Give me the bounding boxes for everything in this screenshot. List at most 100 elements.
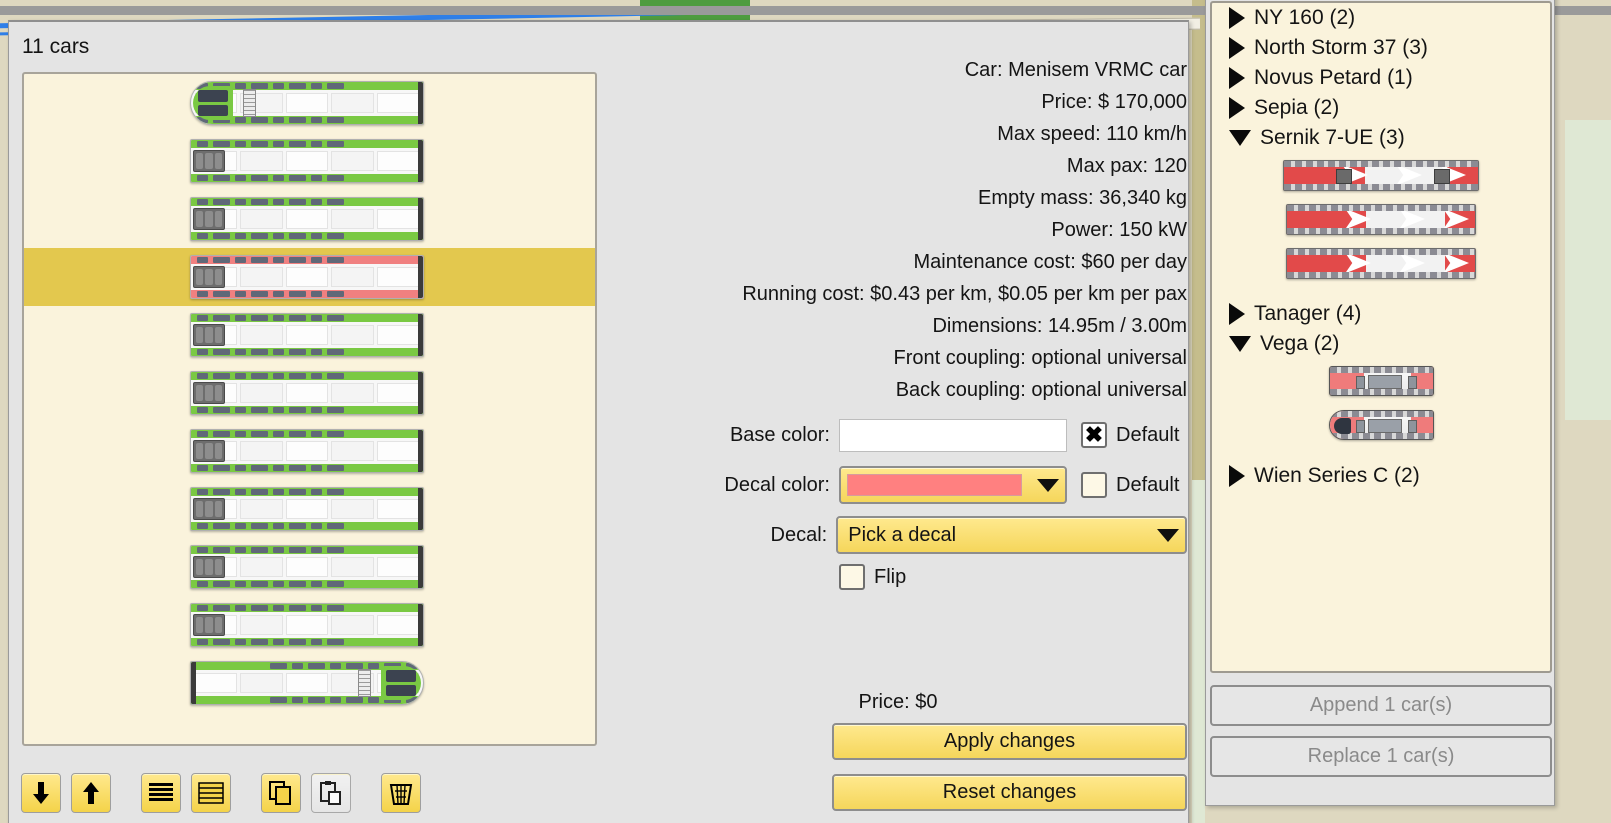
consist-row[interactable] <box>24 132 595 190</box>
chevron-down-icon <box>1157 529 1179 542</box>
decal-selected-value: Pick a decal <box>844 524 956 547</box>
consist-row[interactable] <box>24 480 595 538</box>
tree-spacer <box>1212 447 1550 461</box>
catalog-car-preview[interactable] <box>1286 204 1476 235</box>
catalog-group-sernik-7-ue-3[interactable]: Sernik 7-UE (3) <box>1212 123 1550 153</box>
car-door <box>1368 419 1402 433</box>
consist-row-selected[interactable] <box>24 248 595 306</box>
catalog-group-north-storm-37-3[interactable]: North Storm 37 (3) <box>1212 33 1550 63</box>
triangle-down-icon[interactable] <box>1229 130 1251 146</box>
triangle-down-icon[interactable] <box>1229 336 1251 352</box>
car-endcap <box>418 488 423 530</box>
car-sprite <box>190 313 424 357</box>
decal-color-default-checkbox[interactable] <box>1081 472 1107 498</box>
triangle-right-icon[interactable] <box>1229 465 1245 487</box>
catalog-group-ny-160-2[interactable]: NY 160 (2) <box>1212 3 1550 33</box>
car-window <box>1408 376 1417 389</box>
car-sprite <box>190 603 424 647</box>
consist-list-panel[interactable] <box>22 72 597 746</box>
catalog-group-sepia-2[interactable]: Sepia (2) <box>1212 93 1550 123</box>
car-window <box>1356 376 1365 389</box>
move-up-button[interactable] <box>71 773 111 813</box>
car-endcap <box>418 372 423 414</box>
consist-list <box>24 74 595 744</box>
car-window <box>1356 420 1365 433</box>
triangle-right-icon[interactable] <box>1229 67 1245 89</box>
consist-row[interactable] <box>24 190 595 248</box>
tree-spacer <box>1212 285 1550 299</box>
reset-changes-button[interactable]: Reset changes <box>832 774 1187 811</box>
replace-cars-button[interactable]: Replace 1 car(s) <box>1210 736 1552 777</box>
consist-row[interactable] <box>24 596 595 654</box>
car-window-row <box>191 638 423 646</box>
copy-icon <box>268 780 294 806</box>
decal-dropdown[interactable]: Pick a decal <box>836 516 1187 554</box>
car-body <box>190 197 424 241</box>
car-body <box>190 313 424 357</box>
catalog-preview-row[interactable] <box>1212 241 1550 285</box>
consist-row[interactable] <box>24 538 595 596</box>
consist-row[interactable] <box>24 422 595 480</box>
car-endcap <box>418 430 423 472</box>
flip-wrap: Flip <box>839 564 906 590</box>
car-window-panes <box>195 151 419 171</box>
list-expanded-icon <box>198 782 224 804</box>
catalog-group-label: Novus Petard (1) <box>1254 66 1413 90</box>
cab-ladder <box>243 89 256 117</box>
collapse-list-button[interactable] <box>141 773 181 813</box>
car-body <box>190 255 424 299</box>
cab-nose <box>381 666 421 700</box>
triangle-right-icon[interactable] <box>1229 37 1245 59</box>
catalog-preview-row[interactable] <box>1212 153 1550 197</box>
car-specifications: Car: Menisem VRMC carPrice: $ 170,000Max… <box>609 54 1187 406</box>
delete-button[interactable] <box>381 773 421 813</box>
catalog-group-wien-series-c-2[interactable]: Wien Series C (2) <box>1212 461 1550 491</box>
move-down-button[interactable] <box>21 773 61 813</box>
car-window-row <box>191 430 423 438</box>
catalog-group-label: Vega (2) <box>1260 332 1339 356</box>
list-compact-icon <box>148 782 174 804</box>
apply-changes-button[interactable]: Apply changes <box>832 723 1187 760</box>
catalog-car-preview[interactable] <box>1283 160 1479 191</box>
triangle-right-icon[interactable] <box>1229 7 1245 29</box>
consist-row[interactable] <box>24 364 595 422</box>
paste-icon <box>318 780 344 806</box>
car-door-block <box>193 150 225 172</box>
car-window-row <box>191 580 423 588</box>
catalog-group-vega-2[interactable]: Vega (2) <box>1212 329 1550 359</box>
catalog-group-novus-petard-1[interactable]: Novus Petard (1) <box>1212 63 1550 93</box>
car-window-row <box>191 232 423 240</box>
spec-row: Max pax: 120 <box>609 150 1187 182</box>
car-sprite <box>190 545 424 589</box>
decal-row: Decal: Pick a decal <box>609 514 1187 556</box>
car-window-panes <box>195 267 419 287</box>
decal-color-dropdown[interactable] <box>839 466 1067 504</box>
train-configurator-dialog: 11 cars Car: Menisem VRMC carPrice: $ 17… <box>8 20 1189 823</box>
expand-list-button[interactable] <box>191 773 231 813</box>
base-color-default-checkbox[interactable]: ✖ <box>1081 422 1107 448</box>
append-cars-button[interactable]: Append 1 car(s) <box>1210 685 1552 726</box>
catalog-preview-row[interactable] <box>1212 359 1550 403</box>
car-window-row <box>191 140 423 148</box>
car-endcap <box>418 314 423 356</box>
consist-row[interactable] <box>24 306 595 364</box>
copy-button[interactable] <box>261 773 301 813</box>
car-window-row <box>191 488 423 496</box>
car-sprite <box>190 139 424 183</box>
catalog-preview-row[interactable] <box>1212 403 1550 447</box>
car-door-block <box>193 324 225 346</box>
catalog-group-tanager-4[interactable]: Tanager (4) <box>1212 299 1550 329</box>
consist-row[interactable] <box>24 74 595 132</box>
triangle-right-icon[interactable] <box>1229 303 1245 325</box>
car-window-row <box>191 290 423 298</box>
catalog-car-preview[interactable] <box>1286 248 1476 279</box>
base-color-swatch[interactable] <box>839 419 1067 452</box>
car-sprite <box>190 81 424 125</box>
flip-checkbox[interactable] <box>839 564 865 590</box>
triangle-right-icon[interactable] <box>1229 97 1245 119</box>
consist-row[interactable] <box>24 654 595 712</box>
catalog-car-preview[interactable] <box>1329 410 1434 440</box>
vehicle-catalog-tree[interactable]: NY 160 (2)North Storm 37 (3) Novus Petard… <box>1210 1 1552 673</box>
catalog-car-preview[interactable] <box>1329 366 1434 396</box>
catalog-preview-row[interactable] <box>1212 197 1550 241</box>
